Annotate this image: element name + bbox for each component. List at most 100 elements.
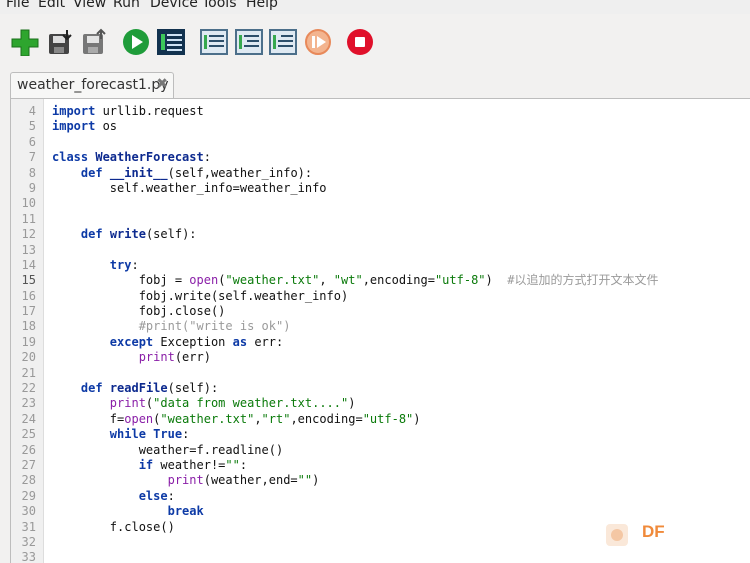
line-number: 33 [21, 550, 36, 563]
load-file-button[interactable] [46, 28, 76, 56]
resume-icon [305, 29, 331, 55]
code-text: if weather!="": [138, 457, 248, 472]
code-text: weather=f.readline() [52, 442, 284, 457]
code-line[interactable]: 13 [11, 243, 36, 258]
line-number: 26 [21, 442, 36, 457]
code-line[interactable]: 21 [11, 366, 36, 381]
line-number: 14 [21, 257, 36, 272]
code-line[interactable]: 31 f.close() [11, 520, 175, 535]
line-number: 29 [21, 488, 36, 503]
code-text: print("data from weather.txt....") [109, 396, 356, 411]
line-number: 27 [21, 457, 36, 472]
new-file-button[interactable] [10, 28, 40, 57]
tab-weather-forecast1[interactable]: weather_forecast1.py ✖ [10, 72, 174, 99]
code-text: else: [138, 488, 175, 503]
stop-icon [347, 29, 373, 55]
debug-button[interactable] [156, 28, 186, 56]
line-number: 18 [21, 319, 36, 334]
menu-view[interactable]: View [73, 0, 106, 11]
run-button[interactable] [121, 28, 151, 56]
code-line[interactable]: 24 f=open("weather.txt","rt",encoding="u… [11, 411, 421, 427]
line-number: 4 [28, 104, 36, 118]
save-file-icon [83, 28, 106, 54]
code-lines: 4 import urllib.request 5 import os 6 7 class … [11, 104, 659, 563]
menu-device[interactable]: Device [150, 0, 198, 11]
toolbar [0, 14, 750, 68]
line-number: 22 [21, 381, 36, 396]
code-line[interactable]: 5 import os [11, 119, 117, 134]
menu-run[interactable]: Run [113, 0, 140, 11]
code-line[interactable]: 19 except Exception as err: [11, 334, 284, 350]
code-line[interactable]: 23 print("data from weather.txt....") [11, 396, 356, 411]
menu-help[interactable]: Help [246, 0, 278, 11]
menu-edit[interactable]: Edit [38, 0, 65, 11]
line-number: 17 [21, 304, 36, 319]
code-line[interactable]: 29 else: [11, 488, 175, 504]
menu-tools[interactable]: Tools [202, 0, 237, 11]
step-over-button[interactable] [199, 28, 229, 56]
line-number: 28 [21, 473, 36, 488]
code-line[interactable]: 27 if weather!="": [11, 457, 248, 473]
line-number: 12 [21, 227, 36, 242]
run-icon [123, 29, 149, 55]
code-text: while True: [109, 427, 190, 442]
code-line[interactable]: 18 #print("write is ok") [11, 319, 291, 334]
line-number: 7 [28, 150, 36, 165]
code-line[interactable]: 20 print(err) [11, 350, 211, 365]
code-text: print(err) [138, 350, 211, 365]
line-number: 13 [21, 242, 36, 257]
resume-button[interactable] [303, 28, 333, 56]
line-number: 24 [21, 411, 36, 426]
menu-bar: File Edit View Run Device Tools Help [0, 0, 750, 14]
code-line[interactable]: 25 while True: [11, 427, 190, 442]
code-line[interactable]: 7 class WeatherForecast: [11, 150, 211, 165]
line-number: 11 [21, 211, 36, 226]
code-line[interactable]: 4 import urllib.request [11, 104, 204, 119]
code-line[interactable]: 16 fobj.write(self.weather_info) [11, 289, 349, 304]
code-text: import urllib.request [52, 104, 204, 118]
code-text: #print("write is ok") [138, 319, 291, 334]
line-number: 8 [28, 165, 36, 180]
code-text: fobj.close() [52, 304, 226, 319]
code-line[interactable]: 33 [11, 550, 36, 563]
code-text: except Exception as err: [109, 334, 284, 349]
code-line[interactable]: 17 fobj.close() [11, 304, 226, 319]
code-line[interactable]: 30 break [11, 504, 204, 519]
code-line[interactable]: 26 weather=f.readline() [11, 442, 284, 458]
code-line[interactable]: 8 def __init__(self,weather_info): [11, 165, 312, 181]
code-text: break [167, 504, 204, 519]
code-line[interactable]: 14 try: [11, 257, 139, 273]
line-number: 21 [21, 365, 36, 380]
code-line[interactable]: 22 def readFile(self): [11, 381, 219, 396]
line-number: 19 [21, 334, 36, 349]
watermark-text: DF [642, 522, 665, 541]
code-text: f.close() [52, 519, 175, 534]
step-out-icon [269, 29, 297, 55]
watermark-logo: DF [604, 520, 724, 550]
stop-button[interactable] [345, 28, 375, 56]
debug-icon [157, 29, 185, 55]
step-out-button[interactable] [268, 28, 298, 56]
menu-file[interactable]: File [6, 0, 29, 11]
code-line[interactable]: 6 [11, 135, 36, 150]
code-text: self.weather_info=weather_info [52, 180, 327, 195]
code-text: print(weather,end="") [167, 473, 320, 488]
code-editor[interactable]: 4 import urllib.request 5 import os 6 7 class … [10, 98, 750, 563]
code-text: fobj.write(self.weather_info) [52, 288, 349, 303]
editor-tab-bar: weather_forecast1.py ✖ [0, 68, 750, 99]
code-line[interactable]: 28 print(weather,end="") [11, 473, 320, 488]
code-line[interactable]: 32 [11, 535, 36, 550]
line-number: 5 [28, 119, 36, 134]
code-line[interactable]: 10 [11, 196, 36, 211]
code-line[interactable]: 11 [11, 212, 36, 227]
code-line[interactable]: 9 self.weather_info=weather_info [11, 181, 327, 196]
step-into-icon [235, 29, 263, 55]
close-icon[interactable]: ✖ [156, 76, 168, 92]
line-number: 10 [21, 196, 36, 211]
line-number: 30 [21, 504, 36, 519]
code-line[interactable]: 12 def write(self): [11, 227, 197, 242]
dfrobot-logo-icon [606, 524, 628, 546]
step-into-button[interactable] [234, 28, 264, 56]
code-line[interactable]: 15 fobj = open("weather.txt", "wt",encod… [11, 273, 659, 288]
save-file-button[interactable] [80, 28, 110, 56]
